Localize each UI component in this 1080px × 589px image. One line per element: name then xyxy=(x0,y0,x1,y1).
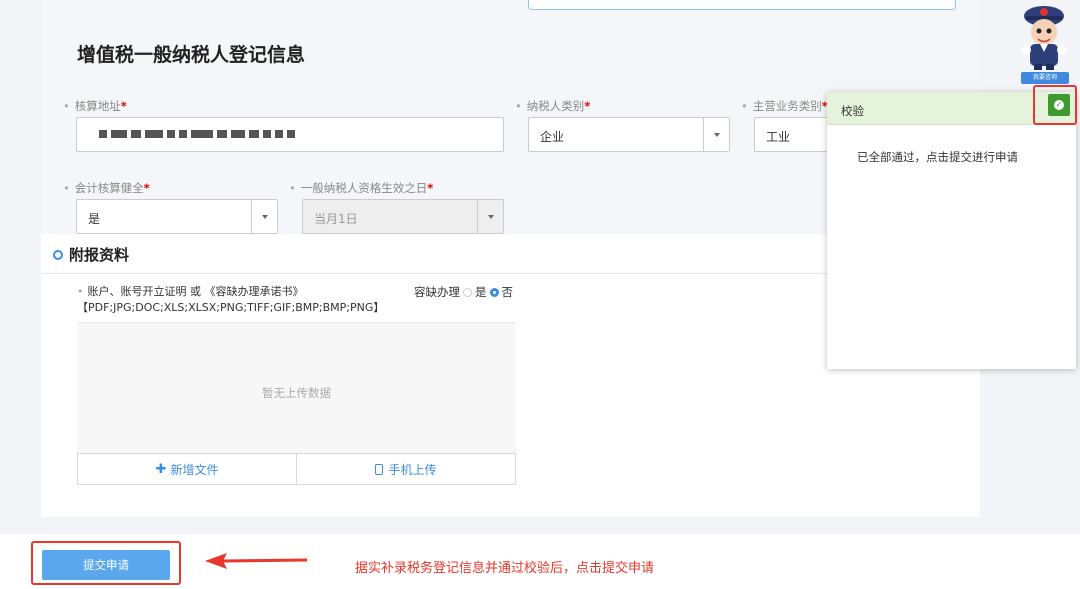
attachments-section-title: 附报资料 xyxy=(53,244,129,265)
validation-panel: 校验 已全部通过，点击提交进行申请 xyxy=(827,92,1076,369)
effective-date-value: 当月1日 xyxy=(314,212,358,226)
validate-button[interactable]: ✓ xyxy=(1048,94,1070,116)
deferred-handling-toggle: 容缺办理 是 否 xyxy=(414,284,513,300)
accounting-address-label: • 核算地址* xyxy=(63,99,127,113)
effective-date-select[interactable]: 当月1日 xyxy=(302,199,504,234)
submit-highlight-box: 提交申请 xyxy=(31,541,181,585)
accounting-sound-select[interactable]: 是 xyxy=(76,199,278,234)
chevron-down-icon xyxy=(477,200,503,233)
circle-bullet-icon xyxy=(53,249,63,260)
document-formats: 【PDF;JPG;DOC;XLS;XLSX;PNG;TIFF;GIF;BMP;B… xyxy=(77,301,385,314)
consult-label[interactable]: 我要咨询 xyxy=(1021,72,1069,84)
main-business-value: 工业 xyxy=(766,130,791,144)
chevron-down-icon xyxy=(251,200,277,233)
validate-highlight-box: ✓ xyxy=(1033,85,1077,125)
accounting-sound-value: 是 xyxy=(88,212,101,226)
upload-buttons: ✚ 新增文件 手机上传 xyxy=(77,453,516,485)
radio-yes-label: 是 xyxy=(475,285,487,299)
masked-address-text xyxy=(99,128,295,140)
document-label: • 账户、账号开立证明 或 《容缺办理承诺书》 【PDF;JPG;DOC;XLS;… xyxy=(77,285,385,314)
add-file-button[interactable]: ✚ 新增文件 xyxy=(78,454,296,484)
check-circle-icon: ✓ xyxy=(1054,100,1064,110)
deferred-label: 容缺办理 xyxy=(414,285,460,299)
main-business-label: • 主营业务类别* xyxy=(741,99,828,113)
radio-yes[interactable] xyxy=(463,287,472,297)
empty-upload-text: 暂无上传数据 xyxy=(262,386,331,400)
mobile-upload-button[interactable]: 手机上传 xyxy=(296,454,515,484)
main-business-select[interactable]: 工业 xyxy=(754,117,834,152)
validation-message: 已全部通过，点击提交进行申请 xyxy=(857,150,1018,164)
upper-input-field[interactable] xyxy=(528,0,956,10)
effective-date-label: • 一般纳税人资格生效之日* xyxy=(289,181,434,195)
upload-area: 暂无上传数据 xyxy=(77,322,516,453)
taxpayer-type-label: • 纳税人类别* xyxy=(515,99,591,113)
chevron-down-icon xyxy=(703,118,729,151)
submit-button[interactable]: 提交申请 xyxy=(42,550,170,580)
validation-panel-title: 校验 xyxy=(841,104,864,118)
accounting-sound-label: • 会计核算健全* xyxy=(63,181,150,195)
plus-icon: ✚ xyxy=(155,461,167,477)
radio-no-label: 否 xyxy=(501,285,514,299)
arrow-left-icon xyxy=(205,553,308,569)
accounting-address-input[interactable] xyxy=(76,117,504,152)
instruction-annotation: 据实补录税务登记信息并通过校验后，点击提交申请 xyxy=(355,561,655,576)
taxpayer-type-value: 企业 xyxy=(540,130,565,144)
taxpayer-type-select[interactable]: 企业 xyxy=(528,117,730,152)
page-title: 增值税一般纳税人登记信息 xyxy=(77,44,306,66)
phone-icon xyxy=(375,463,384,475)
radio-no[interactable] xyxy=(489,287,499,297)
